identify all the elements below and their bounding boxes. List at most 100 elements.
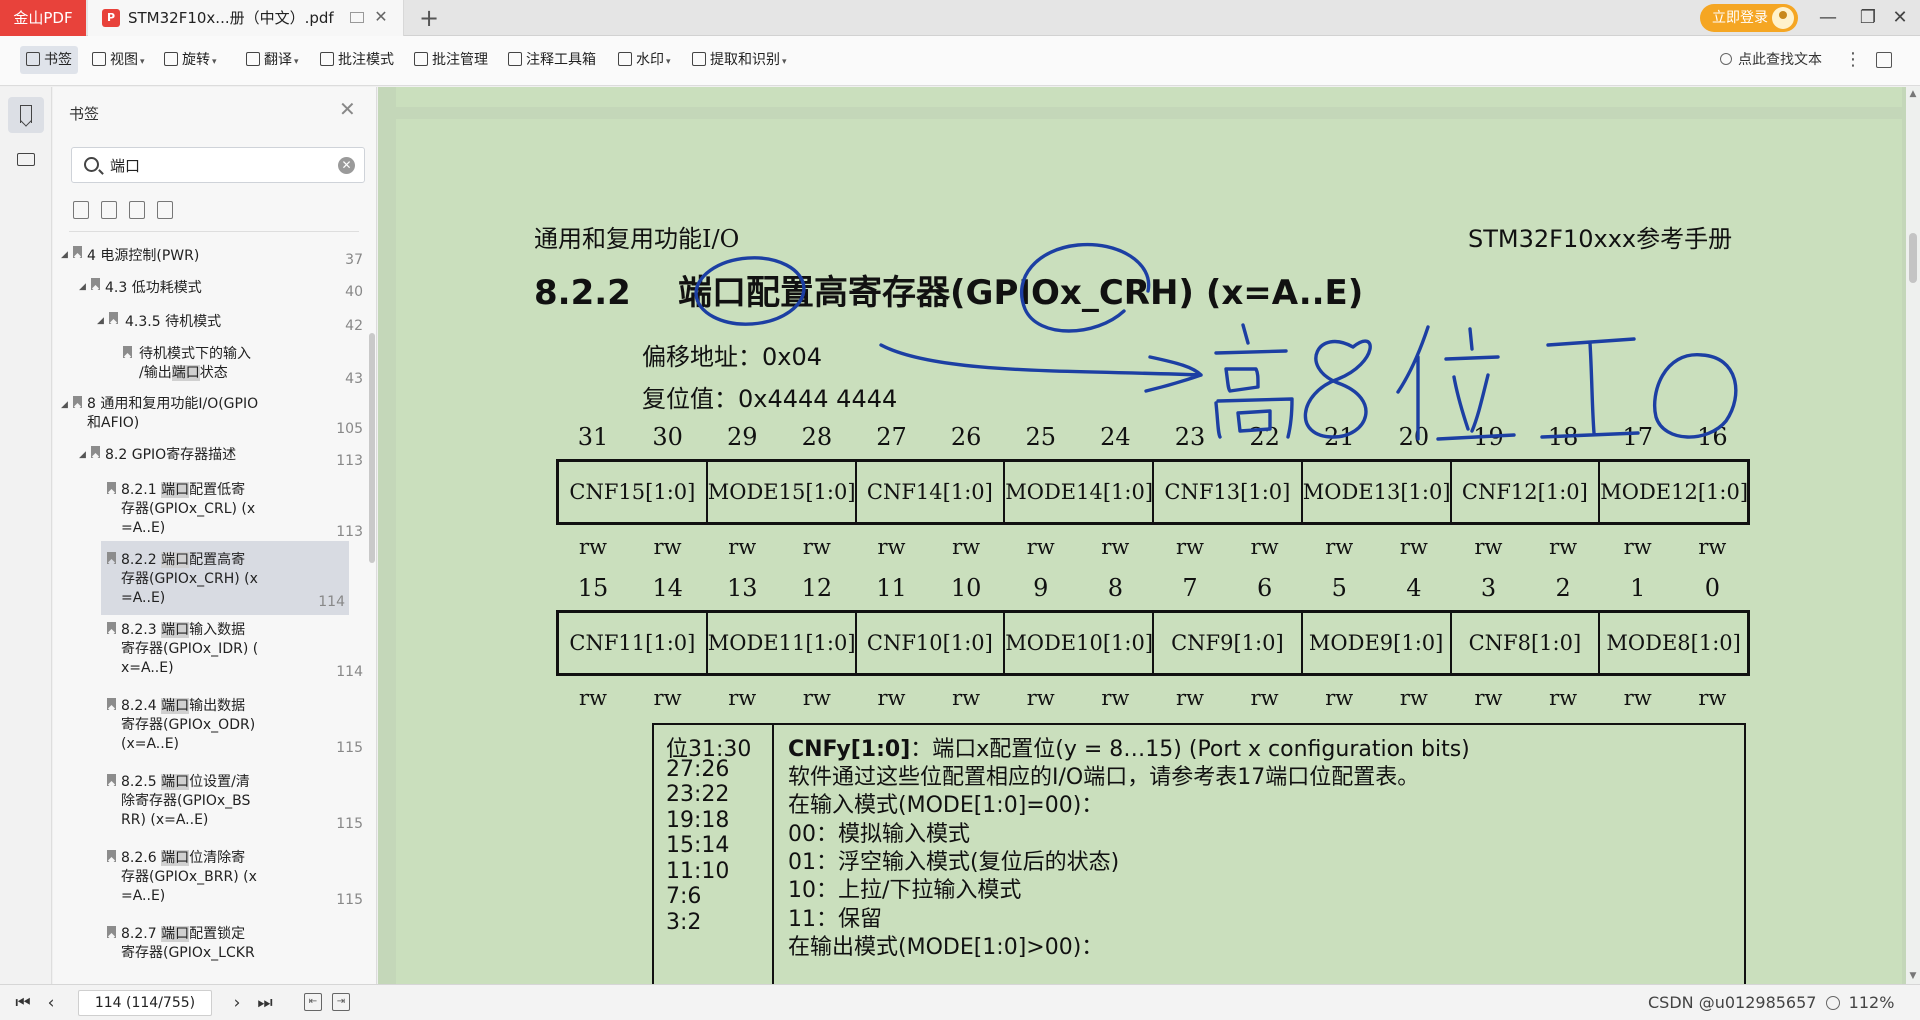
bit-number: 15 (577, 574, 609, 602)
zoom-icon[interactable] (1825, 996, 1840, 1010)
status-bar: ⏮ ‹ 114 (114/755) › ⏭ ⇤ ⇥ CSDN @u0129856… (0, 984, 1920, 1020)
bookmark-label-line2: 寄存器(GPIOx_ODR) (121, 717, 256, 733)
bookmark-page: 115 (336, 816, 363, 832)
exit-icon[interactable] (1876, 52, 1892, 68)
bookmark-item-selected[interactable]: 8.2.2 端口配置高寄 存器(GPIOx_CRH) (x =A..E) 114 (101, 541, 349, 615)
annotate-toolbox-button[interactable]: 注释工具箱 (508, 46, 596, 74)
app-home-tab[interactable]: 金山PDF (0, 0, 86, 36)
annotate-mode-label: 批注模式 (338, 52, 394, 68)
document-viewer[interactable]: 通用和复用功能I/O STM32F10xxx参考手册 8.2.2 端口配置高寄存器… (378, 87, 1920, 984)
access-type: rw (802, 686, 831, 710)
bookmark-item[interactable]: ◢ 4.3.5 待机模式 42 (53, 309, 363, 339)
translate-menu-button[interactable]: 翻译 ▾ (246, 46, 299, 74)
title-bar: 金山PDF P STM32F10x...册（中文）.pdf ✕ + 立即登录 —… (0, 0, 1920, 36)
access-type: rw (1026, 535, 1055, 559)
panel-scrollbar[interactable] (369, 243, 375, 943)
access-type: rw (1549, 686, 1578, 710)
page-header-right: STM32F10xxx参考手册 (1468, 225, 1733, 253)
view-menu-button[interactable]: 视图 ▾ (92, 46, 145, 74)
previous-page-icon[interactable]: ‹ (40, 991, 62, 1015)
bit-number: 26 (950, 423, 982, 451)
panel-scroll-thumb[interactable] (369, 333, 375, 563)
annotate-manage-button[interactable]: 批注管理 (414, 46, 488, 74)
login-button[interactable]: 立即登录 (1700, 4, 1798, 32)
add-bookmark-icon[interactable] (129, 201, 145, 219)
register-field: CNF11[1:0] (559, 613, 708, 673)
zoom-level[interactable]: 112% (1849, 993, 1895, 1012)
comment-icon (17, 153, 35, 166)
bookmark-item[interactable]: 待机模式下的输入 /输出端口状态 43 (53, 343, 363, 387)
chevron-down-icon: ▾ (782, 57, 787, 67)
new-tab-button[interactable]: + (414, 3, 444, 33)
fit-page-icon[interactable]: ⇤ (304, 993, 322, 1011)
bit-number: 17 (1622, 423, 1654, 451)
text-part: 8.2.6 (121, 850, 162, 866)
tab-window-icon[interactable] (350, 12, 364, 23)
annotate-toolbox-label: 注释工具箱 (526, 52, 596, 68)
bookmark-item[interactable]: 8.2.5 端口位设置/清 除寄存器(GPIOx_BS RR) (x=A..E)… (53, 771, 363, 832)
annotate-mode-icon (320, 52, 334, 66)
caret-icon[interactable]: ◢ (79, 278, 86, 297)
scroll-down-icon[interactable]: ▼ (1908, 971, 1918, 981)
text-part: 8.2.1 (121, 482, 162, 498)
document-tab[interactable]: P STM32F10x...册（中文）.pdf ✕ (88, 0, 404, 36)
bookmark-item[interactable]: ◢ 4.3 低功耗模式 40 (53, 275, 363, 305)
caret-icon[interactable]: ◢ (97, 312, 104, 331)
bit-number: 18 (1547, 423, 1579, 451)
document-scrollbar[interactable]: ▲ ▼ (1906, 87, 1920, 984)
bookmark-item[interactable]: ◢ 8.2 GPIO寄存器描述 113 (53, 443, 363, 473)
bookmarks-panel-button[interactable] (8, 97, 44, 133)
close-window-button[interactable]: ✕ (1880, 0, 1920, 36)
watermark-menu-button[interactable]: 水印 ▾ (618, 46, 671, 74)
bit-number: 28 (801, 423, 833, 451)
find-text-button[interactable]: 点此查找文本 (1720, 46, 1822, 74)
description-line: 在输入模式(MODE[1:0]=00)： (788, 793, 1104, 819)
collapse-all-icon[interactable] (101, 201, 117, 219)
caret-icon[interactable]: ◢ (79, 446, 86, 465)
bookmark-tool-button[interactable]: 书签 (20, 46, 78, 74)
scroll-up-icon[interactable]: ▲ (1908, 89, 1918, 99)
watermark-icon (618, 52, 632, 66)
description-line: 11：保留 (788, 906, 882, 932)
comments-panel-button[interactable] (8, 143, 44, 179)
clear-search-icon[interactable]: ✕ (338, 157, 355, 174)
bookmark-item[interactable]: ◢ 4 电源控制(PWR) 37 (53, 243, 363, 273)
bookmark-item[interactable]: 8.2.7 端口配置锁定 寄存器(GPIOx_LCKR (53, 923, 363, 981)
tab-close-icon[interactable]: ✕ (370, 6, 392, 28)
bookmark-settings-icon[interactable] (157, 201, 173, 219)
bookmark-item[interactable]: 8.2.3 端口输入数据 寄存器(GPIOx_IDR) ( x=A..E) 11… (53, 619, 363, 680)
search-highlight: 端口 (161, 926, 190, 942)
access-row-high: rw rw rw rw rw rw rw rw rw rw rw rw rw rw rw rw (556, 535, 1750, 565)
bookmark-item[interactable]: 8.2.1 端口配置低寄 存器(GPIOx_CRL) (x =A..E) 113 (53, 479, 363, 540)
close-icon[interactable]: ✕ (339, 99, 356, 119)
fit-width-icon[interactable]: ⇥ (332, 993, 350, 1011)
next-page-icon[interactable]: › (226, 991, 248, 1015)
find-text-label: 点此查找文本 (1738, 52, 1822, 68)
first-page-icon[interactable]: ⏮ (12, 991, 34, 1015)
bookmark-item[interactable]: 8.2.4 端口输出数据 寄存器(GPIOx_ODR) (x=A..E) 115 (53, 695, 363, 756)
register-field: CNF10[1:0] (857, 613, 1006, 673)
more-options-icon[interactable]: ⋮ (1844, 46, 1862, 74)
caret-icon[interactable]: ◢ (61, 246, 68, 265)
register-field: CNF9[1:0] (1154, 613, 1303, 673)
rotate-menu-button[interactable]: 旋转 ▾ (164, 46, 217, 74)
text-part: 输入数据 (189, 622, 246, 638)
minimize-button[interactable]: — (1808, 0, 1848, 36)
access-type: rw (1698, 535, 1727, 559)
bookmark-item[interactable]: ◢ 8 通用和复用功能I/O(GPIO 和AFIO) 105 (53, 393, 363, 439)
bit-number: 22 (1249, 423, 1280, 451)
document-scroll-thumb[interactable] (1909, 233, 1917, 283)
caret-icon[interactable]: ◢ (61, 396, 68, 415)
page-number-input[interactable]: 114 (114/755) (78, 990, 212, 1016)
text-part: 8.2.7 (121, 926, 162, 942)
bookmark-search-input[interactable] (110, 153, 310, 177)
expand-all-icon[interactable] (73, 201, 89, 219)
bit-number: 20 (1398, 423, 1430, 451)
bookmark-label: 8.2.6 端口位清除寄 (121, 849, 245, 868)
annotate-mode-button[interactable]: 批注模式 (320, 46, 394, 74)
bookmark-icon (107, 482, 116, 494)
panel-title: 书签 (69, 105, 100, 123)
last-page-icon[interactable]: ⏭ (254, 991, 276, 1015)
bookmark-item[interactable]: 8.2.6 端口位清除寄 存器(GPIOx_BRR) (x =A..E) 115 (53, 847, 363, 908)
extract-ocr-menu-button[interactable]: 提取和识别 ▾ (692, 46, 787, 74)
